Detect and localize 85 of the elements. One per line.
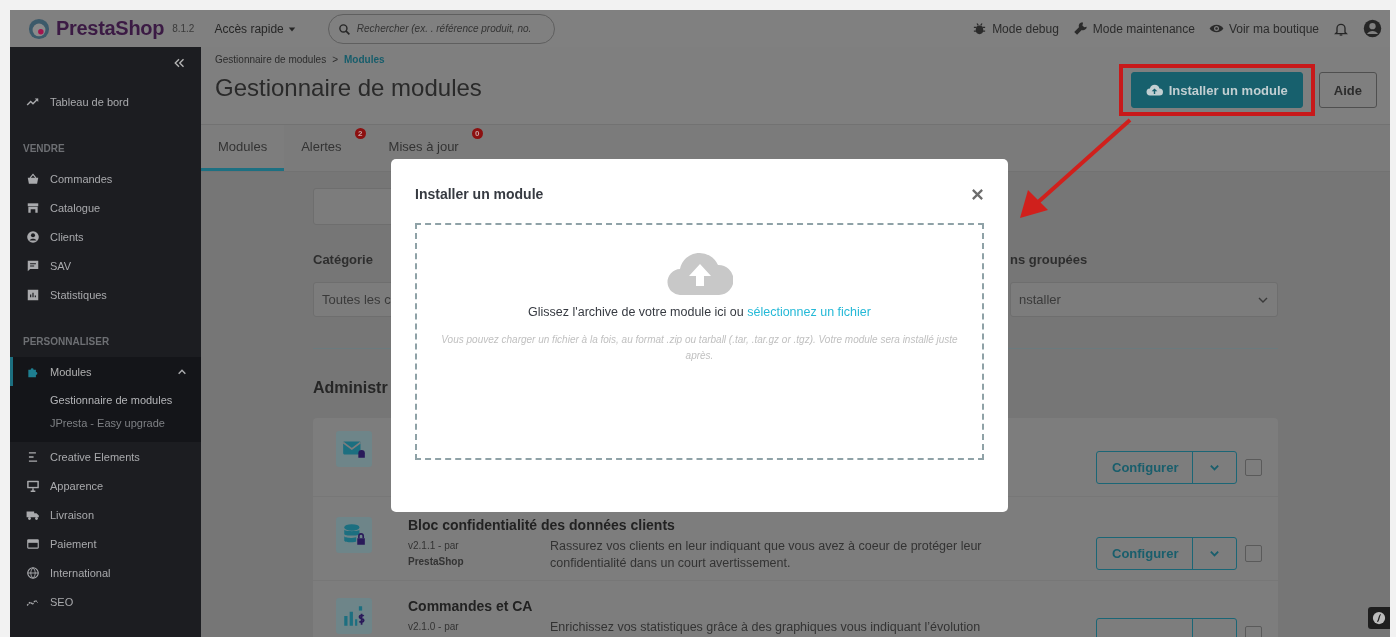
sidebar-item[interactable]: Modules [10, 357, 201, 386]
sidebar-item[interactable]: Apparence [10, 471, 201, 500]
wrench-icon [1072, 21, 1088, 36]
sidebar-item[interactable]: Commandes [10, 164, 201, 193]
lines-icon [26, 449, 40, 464]
basket-icon [26, 171, 40, 186]
module-title: Commandes et CA [408, 598, 534, 616]
sidebar-item[interactable]: Statistiques [10, 280, 201, 309]
filter-label: ns groupées [1010, 252, 1089, 269]
user-icon [26, 229, 40, 244]
sidebar-label: Statistiques [50, 288, 107, 301]
breadcrumb-separator: > [332, 54, 339, 65]
page-title: Gestionnaire de modules [215, 74, 483, 102]
module-version: v2.1.0 - par [408, 620, 460, 634]
user-icon[interactable] [1363, 19, 1382, 38]
sidebar-label: Catalogue [50, 201, 101, 214]
modal-title: Installer un module [415, 186, 544, 202]
sidebar-label: Livraison [50, 508, 95, 521]
sidebar-item[interactable]: Livraison [10, 500, 201, 529]
bar-chart-icon [26, 287, 40, 302]
sidebar-label: Apparence [50, 479, 104, 492]
globe-icon [26, 565, 40, 580]
sidebar-label: Paiement [50, 537, 97, 550]
tab[interactable]: Mises à jour 0 [371, 125, 489, 171]
chevron-down-icon [1209, 462, 1220, 473]
count-badge: 2 [354, 128, 366, 139]
count-badge: 0 [471, 128, 483, 139]
sidebar-label: Creative Elements [50, 450, 140, 463]
sidebar-item[interactable]: International [10, 558, 201, 587]
submenu-item[interactable]: JPresta - Easy upgrade [10, 412, 201, 435]
sidebar-label: Commandes [50, 172, 113, 185]
module-description: Rassurez vos clients en leur indiquant que vous avez à coeur de protéger leur confidentialité dans un court avertissement. [550, 538, 983, 572]
chevron-down-icon [1209, 548, 1220, 559]
cloud-upload-icon [666, 251, 733, 295]
sidebar-item[interactable]: Creative Elements [10, 442, 201, 471]
section-heading: VENDRE [22, 142, 66, 156]
sidebar-item[interactable]: Clients [10, 222, 201, 251]
install-button[interactable]: Installer un module [1130, 72, 1303, 108]
monitor-icon [26, 478, 40, 493]
debug-toolbar-toggle[interactable] [1368, 607, 1390, 629]
section-title: Administr [313, 379, 389, 398]
mail-bell-icon [336, 431, 372, 467]
logo-text: PrestaShop [56, 17, 165, 40]
close-button[interactable] [971, 187, 984, 201]
logo-icon [28, 17, 50, 40]
header-link[interactable]: Voir ma boutique [1208, 21, 1319, 36]
sidebar-label: International [50, 566, 111, 579]
sidebar-label: SEO [50, 595, 74, 608]
version-label: 8.1.2 [172, 23, 195, 34]
caret-icon [287, 24, 296, 33]
sidebar-item[interactable]: SEO [10, 587, 201, 616]
header-link[interactable]: Mode maintenance [1072, 21, 1195, 36]
header-link[interactable]: Mode debug [972, 21, 1059, 36]
storefront-icon [26, 200, 40, 215]
sidebar-item[interactable]: Catalogue [10, 193, 201, 222]
sidebar-item[interactable]: SAV [10, 251, 201, 280]
sidebar-label: SAV [50, 259, 72, 272]
drop-zone[interactable]: Glissez l'archive de votre module ici ou sélectionnez un fichier Vous pouvez charger un fichier à la fois, au format .zip ou tarball (.tar, .tar.gz or .tgz). Votre module sera installé juste après. [415, 223, 984, 460]
sidebar-item[interactable]: Tableau de bord [10, 87, 201, 116]
breadcrumb-current: Modules [344, 54, 385, 65]
message-icon [26, 258, 40, 273]
database-lock-icon [336, 517, 372, 553]
checkbox[interactable] [1245, 459, 1262, 476]
breadcrumb-link[interactable]: Gestionnaire de modules [215, 54, 327, 65]
drop-instructions: Glissez l'archive de votre module ici ou sélectionnez un fichier [528, 305, 871, 319]
sidebar-label: Tableau de bord [50, 95, 129, 108]
sidebar-item[interactable]: Paiement [10, 529, 201, 558]
filter-label: Catégorie [313, 252, 374, 269]
module-description: Enrichissez vos statistiques grâce à des graphiques vous indiquant l’évolution [550, 619, 982, 636]
bug-icon [972, 21, 988, 36]
sidebar-label: Modules [50, 365, 92, 378]
search-field[interactable]: Rechercher (ex. . référence produit, no. [327, 13, 555, 44]
submenu-item[interactable]: Gestionnaire de modules [10, 389, 201, 412]
checkbox[interactable] [1245, 545, 1262, 562]
upload-hint: Vous pouvez charger un fichier à la fois, au format .zip ou tarball (.tar, .tar.gz or .tgz). Votre module sera installé juste après. [440, 333, 959, 363]
module-title: Bloc confidentialité des données clients [408, 517, 676, 535]
module-version: v2.1.1 - par PrestaShop [408, 539, 465, 569]
sidebar-label: Clients [50, 230, 84, 243]
card-icon [26, 536, 40, 551]
quick-access-menu[interactable]: Accès rapide [214, 21, 296, 36]
search-icon [337, 22, 351, 36]
collapse-icon[interactable] [173, 57, 185, 69]
section-heading: PERSONNALISER [22, 335, 111, 349]
tab[interactable]: Alertes 2 [284, 125, 372, 171]
chart-dollar-icon [336, 598, 372, 634]
